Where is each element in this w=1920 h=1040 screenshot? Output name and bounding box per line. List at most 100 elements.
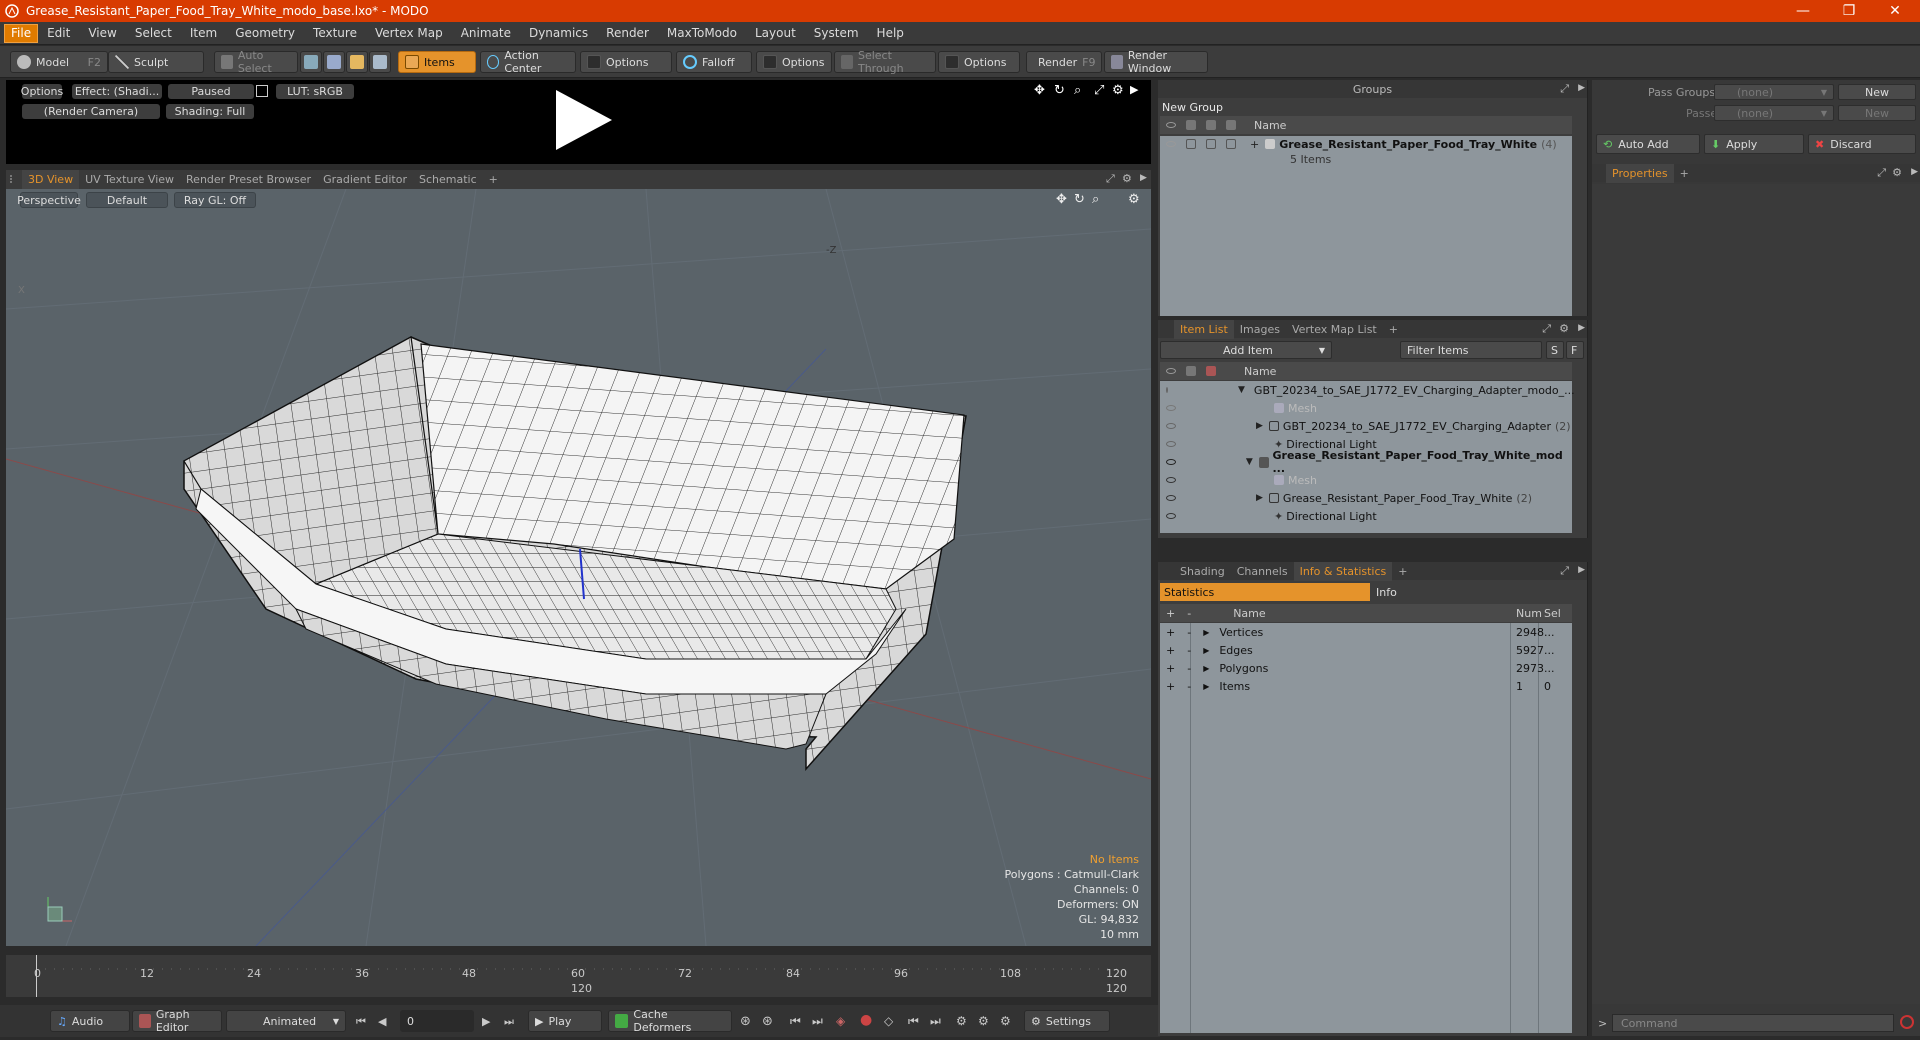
- select-through-button[interactable]: Select Through: [834, 49, 936, 75]
- items-mode-button[interactable]: Items: [398, 51, 476, 73]
- tree-arrow-icon[interactable]: ▶: [1203, 628, 1209, 637]
- cache-deformers-button[interactable]: Cache Deformers: [608, 1008, 732, 1034]
- vertices-mode-button[interactable]: [300, 51, 322, 73]
- group-row-1[interactable]: ▶ GBT_20234_to_SAE_J1772_EV_Charging_Ada…: [1160, 417, 1572, 435]
- eye-icon[interactable]: [1166, 495, 1176, 501]
- render-toggle-icon[interactable]: [1186, 139, 1196, 149]
- materials-mode-button[interactable]: [369, 51, 391, 73]
- pass-groups-dropdown[interactable]: (none) ▼: [1714, 84, 1834, 100]
- falloff-button[interactable]: Falloff: [676, 51, 752, 73]
- rotate-icon[interactable]: ↻: [1054, 83, 1065, 98]
- panel-menu-icon[interactable]: ▶: [1140, 173, 1147, 183]
- action-center-options-button[interactable]: Options: [580, 51, 672, 73]
- discard-button[interactable]: ✖ Discard: [1808, 134, 1916, 154]
- item-list-menu-icon[interactable]: ▶: [1578, 323, 1585, 333]
- preview-effect-dropdown[interactable]: Effect: (Shadi...: [72, 84, 162, 99]
- prev-key-icon[interactable]: ⏮: [790, 1014, 801, 1029]
- group-row-2[interactable]: ▶ Grease_Resistant_Paper_Food_Tray_White…: [1160, 489, 1572, 507]
- stats-row-items[interactable]: + - ▶ Items 1 0: [1160, 677, 1572, 695]
- expand-icon[interactable]: ▶: [1256, 493, 1263, 503]
- stats-menu-icon[interactable]: ▶: [1578, 565, 1585, 575]
- tab-gradient-editor[interactable]: Gradient Editor: [317, 170, 413, 189]
- move-icon[interactable]: ✥: [1034, 83, 1045, 98]
- tab-3d-view[interactable]: 3D View: [22, 170, 80, 189]
- menu-file[interactable]: File: [4, 23, 39, 43]
- tab-images[interactable]: Images: [1234, 320, 1286, 339]
- animated-dropdown[interactable]: Animated ▼: [226, 1010, 346, 1032]
- tree-arrow-icon[interactable]: ▶: [1203, 682, 1209, 691]
- eye-icon[interactable]: [1166, 405, 1176, 411]
- motion-icon[interactable]: ⚙: [956, 1014, 967, 1028]
- eye-icon[interactable]: [1166, 387, 1168, 393]
- new-pass-button[interactable]: New: [1838, 105, 1916, 121]
- step-back-icon[interactable]: ◀: [378, 1015, 386, 1028]
- add-tab-button[interactable]: +: [1392, 562, 1413, 581]
- auto-add-button[interactable]: ⟲ Auto Add: [1596, 134, 1700, 154]
- collapse-icon[interactable]: -: [1187, 626, 1191, 639]
- play-small-icon[interactable]: ▶: [1130, 83, 1138, 96]
- menu-maxtomodo[interactable]: MaxToModo: [658, 22, 746, 45]
- menu-item[interactable]: Item: [181, 22, 226, 45]
- audio-button[interactable]: ♫ Audio: [50, 1010, 130, 1032]
- projection-dropdown[interactable]: Perspective: [17, 192, 81, 208]
- menu-render[interactable]: Render: [597, 22, 658, 45]
- action-center-button[interactable]: Action Center: [480, 49, 576, 75]
- lock-toggle-icon[interactable]: [1206, 139, 1216, 149]
- panel-gear-icon[interactable]: ⚙: [1122, 172, 1132, 185]
- viewport-move-icon[interactable]: ✥: [1056, 192, 1067, 207]
- skip-start-icon[interactable]: ⏮: [356, 1015, 366, 1029]
- properties-gear-icon[interactable]: ⚙: [1892, 166, 1902, 179]
- lock-icon[interactable]: [256, 85, 268, 97]
- eye-icon[interactable]: [1166, 141, 1176, 147]
- zoom-icon[interactable]: ⌕: [1074, 83, 1081, 98]
- falloff-options-button[interactable]: Options: [756, 51, 832, 73]
- motion-b-icon[interactable]: ⚙: [978, 1014, 989, 1028]
- sculpt-mode-button[interactable]: Sculpt: [108, 51, 204, 73]
- auto-key-icon[interactable]: ⊛: [762, 1014, 773, 1029]
- scene-row-1[interactable]: ▼ GBT_20234_to_SAE_J1772_EV_Charging_Ada…: [1160, 381, 1575, 399]
- add-tab-button[interactable]: +: [1674, 164, 1695, 183]
- step-forward-icon[interactable]: ▶: [482, 1015, 490, 1028]
- menu-layout[interactable]: Layout: [746, 22, 805, 45]
- frame-input[interactable]: 0: [400, 1010, 474, 1032]
- collapse-icon[interactable]: ▼: [1246, 457, 1253, 467]
- stats-row-vertices[interactable]: + - ▶ Vertices 2948 ...: [1160, 623, 1572, 641]
- preview-lut-dropdown[interactable]: LUT: sRGB: [276, 84, 354, 99]
- command-history-icon[interactable]: [1900, 1015, 1914, 1029]
- tab-item-list[interactable]: Item List: [1174, 319, 1234, 339]
- render-window-button[interactable]: Render Window: [1104, 49, 1208, 75]
- add-tab-button[interactable]: +: [1383, 320, 1404, 339]
- tab-render-preset-browser[interactable]: Render Preset Browser: [180, 170, 317, 189]
- select-through-options-button[interactable]: Options: [938, 51, 1020, 73]
- menu-geometry[interactable]: Geometry: [226, 22, 304, 45]
- preview-camera-dropdown[interactable]: (Render Camera): [22, 104, 160, 119]
- graph-editor-button[interactable]: Graph Editor: [132, 1008, 222, 1034]
- maximize-panel-icon[interactable]: ⤢: [1106, 172, 1115, 186]
- skip-end-icon[interactable]: ⏭: [504, 1015, 514, 1029]
- stats-expand-icon[interactable]: ⤢: [1560, 564, 1569, 578]
- eye-icon[interactable]: [1166, 477, 1176, 483]
- group-row[interactable]: + Grease_Resistant_Paper_Food_Tray_White…: [1160, 136, 1572, 152]
- tab-info-statistics[interactable]: Info & Statistics: [1293, 561, 1393, 581]
- mesh-row-1[interactable]: Mesh: [1160, 399, 1572, 417]
- collapse-icon[interactable]: ▼: [1238, 385, 1245, 395]
- motion-c-icon[interactable]: ⚙: [1000, 1014, 1011, 1028]
- expand-all-icon[interactable]: +: [1166, 607, 1175, 620]
- item-list-gear-icon[interactable]: ⚙: [1559, 322, 1569, 335]
- menu-help[interactable]: Help: [868, 22, 913, 45]
- auto-select-button[interactable]: Auto Select: [214, 49, 298, 75]
- preview-shading-dropdown[interactable]: Shading: Full: [166, 104, 254, 119]
- next-key-icon[interactable]: ⏭: [812, 1014, 823, 1029]
- tree-arrow-icon[interactable]: ▶: [1203, 664, 1209, 673]
- set-key-icon[interactable]: ◈: [836, 1014, 845, 1028]
- menu-view[interactable]: View: [79, 22, 125, 45]
- filter-items-input[interactable]: Filter Items: [1400, 341, 1542, 359]
- properties-expand-icon[interactable]: ⤢: [1877, 166, 1886, 180]
- menu-texture[interactable]: Texture: [304, 22, 366, 45]
- new-pass-group-button[interactable]: New: [1838, 84, 1916, 100]
- add-tab-button[interactable]: +: [483, 170, 504, 189]
- minimize-button[interactable]: —: [1780, 0, 1826, 22]
- properties-menu-icon[interactable]: ▶: [1911, 167, 1918, 177]
- maximize-button[interactable]: ❐: [1826, 0, 1872, 22]
- expand-icon[interactable]: +: [1166, 626, 1175, 639]
